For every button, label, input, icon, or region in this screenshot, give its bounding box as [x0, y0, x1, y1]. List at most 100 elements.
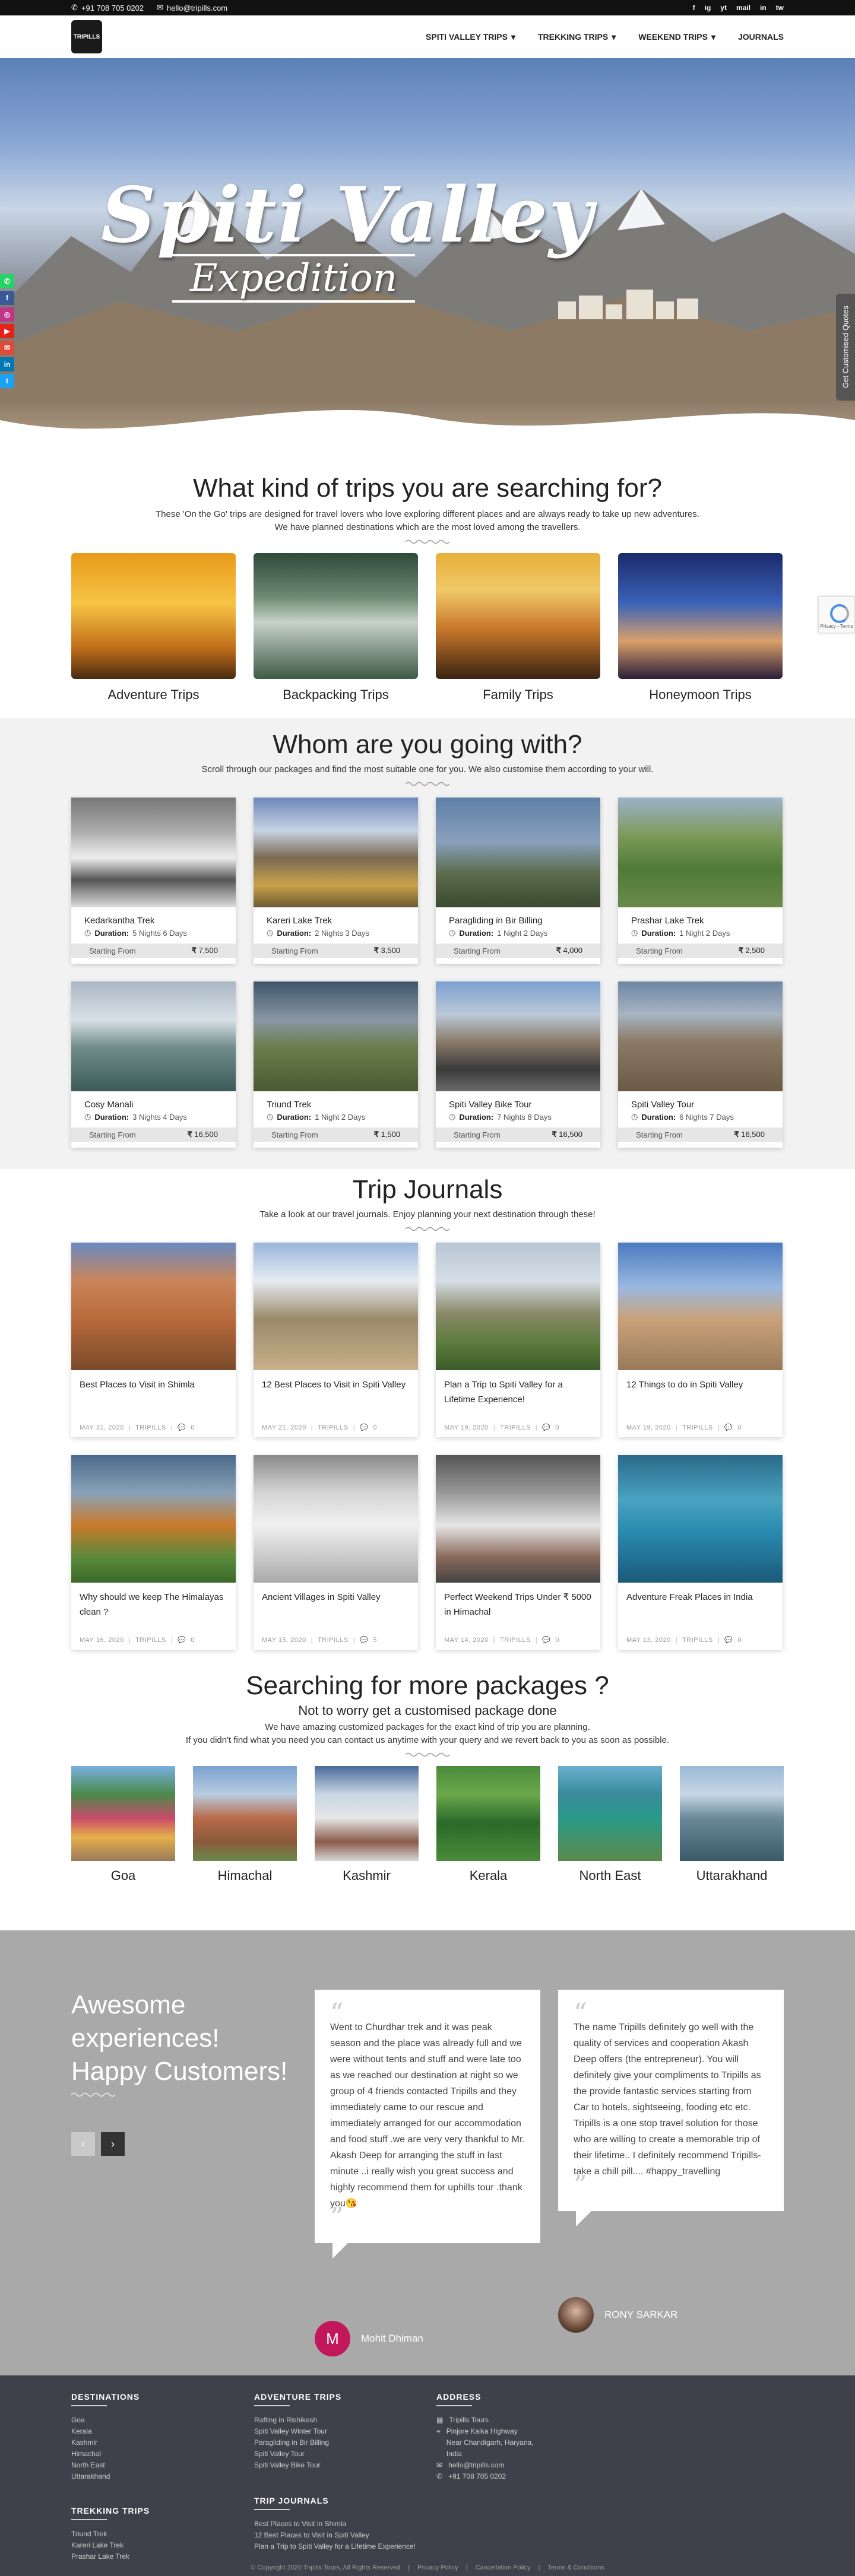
trip-type-card[interactable]: Adventure Trips	[71, 553, 236, 703]
footer-link[interactable]: Best Places to Visit in Shimla	[254, 2518, 416, 2530]
journal-card[interactable]: 12 Best Places to Visit in Spiti Valley M…	[254, 1243, 418, 1437]
trip-type-card[interactable]: Honeymoon Trips	[618, 553, 783, 703]
logo[interactable]: TRIPILLS	[71, 20, 102, 53]
phone-link[interactable]: ✆ +91 708 705 0202	[71, 3, 144, 12]
mail-icon[interactable]: mail	[736, 4, 750, 12]
destination-card[interactable]: Kerala	[436, 1766, 540, 1883]
footer-link[interactable]: Himachal	[71, 2448, 140, 2460]
destination-card[interactable]: Uttarakhand	[680, 1766, 784, 1883]
clock-icon: ◷	[631, 928, 638, 937]
footer-link[interactable]: Prashar Lake Trek	[71, 2551, 150, 2562]
journal-card[interactable]: 12 Things to do in Spiti Valley MAY 19, 2…	[618, 1243, 783, 1437]
linkedin-icon[interactable]: in	[760, 4, 767, 12]
journal-comments[interactable]: 0	[191, 1637, 195, 1644]
trip-type-card[interactable]: Backpacking Trips	[254, 553, 418, 703]
package-card[interactable]: Prashar Lake Trek ◷ Duration: 1 Night 2 Day…	[618, 798, 783, 964]
nav-item-trekking[interactable]: TREKKING TRIPS ▾	[538, 32, 616, 42]
youtube-icon[interactable]: ▶	[0, 324, 14, 338]
package-card[interactable]: Kedarkantha Trek ◷ Duration: 5 Nights 6 Day…	[71, 798, 236, 964]
rupee-icon: ₹	[191, 946, 199, 955]
footer-link[interactable]: Plan a Trip to Spiti Valley for a Lifeti…	[254, 2541, 416, 2552]
linkedin-icon[interactable]: in	[0, 357, 14, 371]
footer-link[interactable]: Spiti Valley Tour	[254, 2448, 341, 2460]
journal-category[interactable]: TRIPILLS	[135, 1637, 166, 1644]
journal-category[interactable]: TRIPILLS	[500, 1637, 531, 1644]
footer-link[interactable]: Spiti Valley Bike Tour	[254, 2460, 341, 2471]
nav-label: TREKKING TRIPS	[538, 32, 609, 42]
journal-title[interactable]: Best Places to Visit in Shimla	[71, 1370, 236, 1416]
customised-quotes-tab[interactable]: Get Customised Quotes	[836, 294, 855, 401]
journal-card[interactable]: Why should we keep The Himalayas clean ?…	[71, 1455, 236, 1650]
journal-title[interactable]: Why should we keep The Himalayas clean ?	[71, 1583, 236, 1629]
journal-title[interactable]: 12 Best Places to Visit in Spiti Valley	[254, 1370, 418, 1416]
footer-link[interactable]: Kerala	[71, 2426, 140, 2437]
instagram-icon[interactable]: ig	[705, 4, 711, 12]
journal-title[interactable]: 12 Things to do in Spiti Valley	[618, 1370, 783, 1416]
journal-card[interactable]: Best Places to Visit in Shimla MAY 31, 20…	[71, 1243, 236, 1437]
journal-category[interactable]: TRIPILLS	[682, 1637, 713, 1644]
journal-card[interactable]: Ancient Villages in Spiti Valley MAY 15, …	[254, 1455, 418, 1650]
journal-category[interactable]: TRIPILLS	[135, 1424, 166, 1431]
package-card[interactable]: Kareri Lake Trek ◷ Duration: 2 Nights 3 Day…	[254, 798, 418, 964]
journal-comments[interactable]: 0	[737, 1637, 742, 1644]
package-card[interactable]: Paragliding in Bir Billing ◷ Duration: 1 Ni…	[436, 798, 600, 964]
email-link[interactable]: ✉ hello@tripills.com	[157, 3, 227, 12]
journal-comments[interactable]: 0	[737, 1424, 742, 1431]
terms-link[interactable]: Terms & Conditions	[547, 2564, 604, 2571]
journal-comments[interactable]: 0	[555, 1424, 559, 1431]
journal-card[interactable]: Perfect Weekend Trips Under ₹ 5000 in Hi…	[436, 1455, 600, 1650]
footer-link[interactable]: Goa	[71, 2415, 140, 2426]
footer-link[interactable]: Spiti Valley Winter Tour	[254, 2426, 341, 2437]
whatsapp-icon[interactable]: ✆	[0, 274, 14, 288]
footer-link[interactable]: Triund Trek	[71, 2529, 150, 2540]
destination-card[interactable]: Goa	[71, 1766, 175, 1883]
destination-card[interactable]: Himachal	[193, 1766, 297, 1883]
instagram-icon[interactable]: ◎	[0, 307, 14, 322]
nav-item-weekend[interactable]: WEEKEND TRIPS ▾	[638, 32, 715, 42]
footer-link[interactable]: Rafting in Rishikesh	[254, 2415, 341, 2426]
footer-link[interactable]: Uttarakhand	[71, 2471, 140, 2482]
journal-comments[interactable]: 5	[373, 1637, 377, 1644]
journal-category[interactable]: TRIPILLS	[318, 1424, 349, 1431]
journal-comments[interactable]: 0	[191, 1424, 195, 1431]
journal-card[interactable]: Plan a Trip to Spiti Valley for a Lifeti…	[436, 1243, 600, 1437]
footer-link[interactable]: North East	[71, 2460, 140, 2471]
journal-category[interactable]: TRIPILLS	[682, 1424, 713, 1431]
package-card[interactable]: Cosy Manali ◷ Duration: 3 Nights 4 Days Star…	[71, 982, 236, 1148]
package-card[interactable]: Triund Trek ◷ Duration: 1 Night 2 Days Start…	[254, 982, 418, 1148]
mail-icon[interactable]: ✉	[0, 341, 14, 355]
footer-link[interactable]: Kareri Lake Trek	[71, 2540, 150, 2551]
journal-title[interactable]: Perfect Weekend Trips Under ₹ 5000 in Hi…	[436, 1583, 600, 1629]
facebook-icon[interactable]: f	[693, 4, 695, 12]
footer-link[interactable]: Paragliding in Bir Billing	[254, 2437, 341, 2448]
journal-comments[interactable]: 0	[373, 1424, 377, 1431]
journal-card[interactable]: Adventure Freak Places in India MAY 13, 2…	[618, 1455, 783, 1650]
twitter-icon[interactable]: t	[0, 374, 14, 388]
journal-category[interactable]: TRIPILLS	[500, 1424, 531, 1431]
footer-link[interactable]: Kashmir	[71, 2437, 140, 2448]
journal-title[interactable]: Ancient Villages in Spiti Valley	[254, 1583, 418, 1629]
cancellation-link[interactable]: Cancellation Policy	[476, 2564, 531, 2571]
journal-title[interactable]: Adventure Freak Places in India	[618, 1583, 783, 1629]
address-email[interactable]: ✉ hello@tripills.com	[436, 2460, 534, 2471]
journal-comments[interactable]: 0	[555, 1637, 559, 1644]
journal-category[interactable]: TRIPILLS	[318, 1637, 349, 1644]
journal-title[interactable]: Plan a Trip to Spiti Valley for a Lifeti…	[436, 1370, 600, 1416]
youtube-icon[interactable]: yt	[720, 4, 727, 12]
destination-card[interactable]: Kashmir	[315, 1766, 419, 1883]
package-card[interactable]: Spiti Valley Bike Tour ◷ Duration: 7 Nights…	[436, 982, 600, 1148]
recaptcha-badge[interactable]: Privacy - Terms	[818, 596, 855, 633]
trip-type-card[interactable]: Family Trips	[436, 553, 600, 703]
twitter-icon[interactable]: tw	[776, 4, 784, 12]
prev-button[interactable]: ‹	[71, 2132, 95, 2156]
nav-item-journals[interactable]: JOURNALS	[738, 32, 784, 42]
destination-card[interactable]: North East	[558, 1766, 662, 1883]
next-button[interactable]: ›	[101, 2132, 125, 2156]
facebook-icon[interactable]: f	[0, 291, 14, 305]
package-price: ₹ 3,500	[374, 946, 400, 955]
privacy-link[interactable]: Privacy Policy	[417, 2564, 458, 2571]
footer-link[interactable]: 12 Best Places to Visit in Spiti Valley	[254, 2530, 416, 2541]
package-card[interactable]: Spiti Valley Tour ◷ Duration: 6 Nights 7 Da…	[618, 982, 783, 1148]
address-phone[interactable]: ✆ +91 708 705 0202	[436, 2471, 534, 2482]
nav-item-spiti[interactable]: SPITI VALLEY TRIPS ▾	[426, 32, 515, 42]
